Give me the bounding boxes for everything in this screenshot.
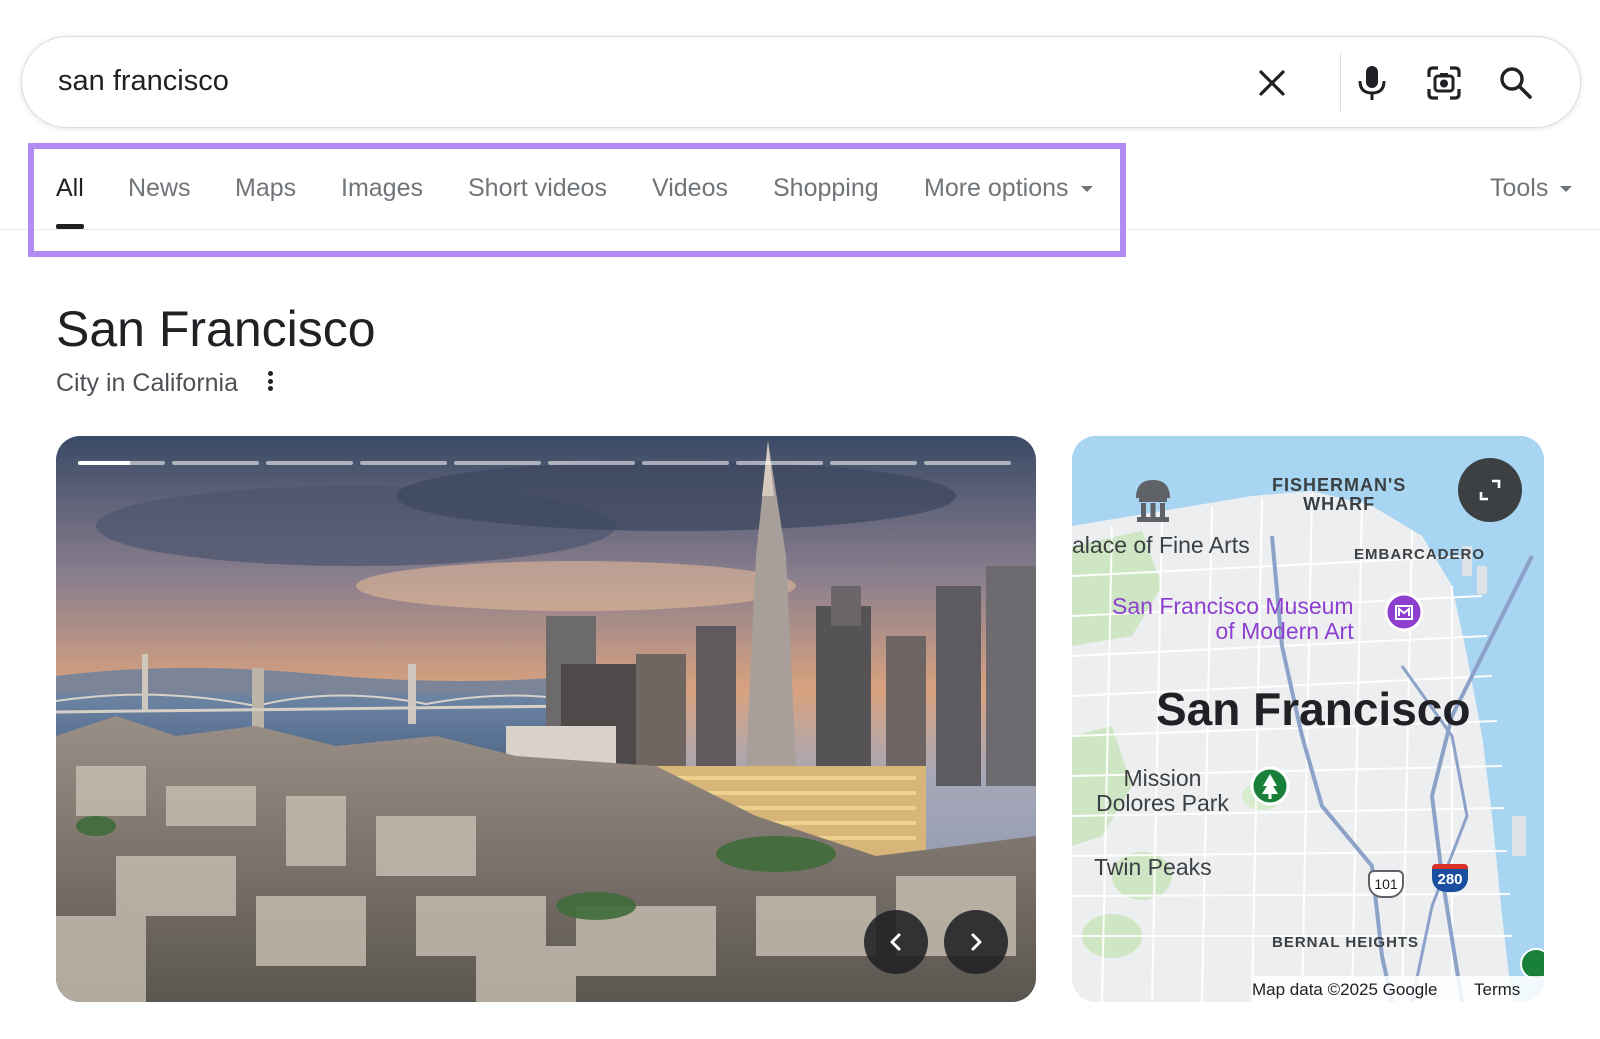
map-label-palace-of-fine-arts: alace of Fine Arts — [1072, 532, 1250, 558]
progress-segment — [642, 461, 729, 465]
expand-map-button[interactable] — [1458, 458, 1522, 522]
museum-icon[interactable] — [1384, 592, 1424, 632]
highway-101-shield: 101 — [1368, 870, 1404, 898]
chevron-down-icon — [1080, 186, 1093, 193]
chevron-right-icon — [971, 933, 982, 951]
tools-button[interactable]: Tools — [1490, 174, 1573, 203]
tab-short-videos[interactable]: Short videos — [468, 174, 607, 203]
carousel-next-button[interactable] — [944, 910, 1008, 974]
progress-segment — [830, 461, 917, 465]
map-label-sfmoma[interactable]: San Francisco Museum of Modern Art — [1112, 594, 1354, 644]
progress-segment — [924, 461, 1011, 465]
tab-maps[interactable]: Maps — [235, 174, 296, 203]
park-icon[interactable] — [1250, 766, 1290, 806]
progress-segment — [360, 461, 447, 465]
city-photo-carousel[interactable] — [56, 436, 1036, 1002]
map-label-mission-dolores-park: Mission Dolores Park — [1096, 765, 1229, 816]
search-divider — [1340, 53, 1341, 111]
progress-segment — [736, 461, 823, 465]
landmark-icon[interactable] — [1130, 476, 1176, 526]
camera-lens-icon[interactable] — [1424, 63, 1464, 103]
chevron-down-icon — [1560, 186, 1573, 193]
map-label-fishermans-wharf: FISHERMAN'S WHARF — [1272, 475, 1407, 514]
entity-title: San Francisco — [56, 301, 376, 357]
city-map[interactable]: FISHERMAN'S WHARF alace of Fine Arts EMB… — [1072, 436, 1544, 1002]
progress-segment — [266, 461, 353, 465]
carousel-prev-button[interactable] — [864, 910, 928, 974]
entity-subtitle: City in California — [56, 369, 239, 397]
search-input[interactable]: san francisco — [58, 65, 229, 98]
tab-more-options[interactable]: More options — [924, 174, 1093, 203]
more-vert-icon[interactable] — [262, 368, 278, 394]
highway-280-shield: 280 — [1432, 864, 1468, 892]
map-label-bernal-heights: BERNAL HEIGHTS — [1272, 934, 1420, 951]
tab-images[interactable]: Images — [341, 174, 423, 203]
map-data-credit: Map data ©2025 Google — [1252, 980, 1438, 999]
tools-label: Tools — [1490, 174, 1549, 202]
chevron-left-icon — [890, 933, 901, 951]
microphone-icon[interactable] — [1352, 63, 1392, 103]
map-label-city: San Francisco — [1156, 683, 1471, 735]
expand-icon — [1479, 479, 1501, 501]
carousel-progress — [78, 461, 1011, 465]
progress-segment — [454, 461, 541, 465]
search-tabs: All News Maps Images Short videos Videos… — [0, 140, 1600, 232]
map-attribution: Map data ©2025 Google Terms — [1252, 976, 1544, 1002]
tab-videos[interactable]: Videos — [652, 174, 728, 203]
close-icon[interactable] — [1252, 63, 1292, 103]
more-options-label: More options — [924, 174, 1069, 202]
map-label-embarcadero: EMBARCADERO — [1354, 546, 1485, 563]
tab-shopping[interactable]: Shopping — [773, 174, 879, 203]
progress-segment — [172, 461, 259, 465]
tab-news[interactable]: News — [128, 174, 191, 203]
search-icon[interactable] — [1496, 63, 1536, 103]
tab-all[interactable]: All — [56, 174, 84, 203]
progress-segment — [548, 461, 635, 465]
tabs-divider — [0, 229, 1600, 230]
map-label-twin-peaks: Twin Peaks — [1094, 854, 1212, 880]
progress-segment — [78, 461, 165, 465]
map-terms-link[interactable]: Terms — [1474, 980, 1520, 1000]
search-bar: san francisco — [21, 36, 1581, 128]
